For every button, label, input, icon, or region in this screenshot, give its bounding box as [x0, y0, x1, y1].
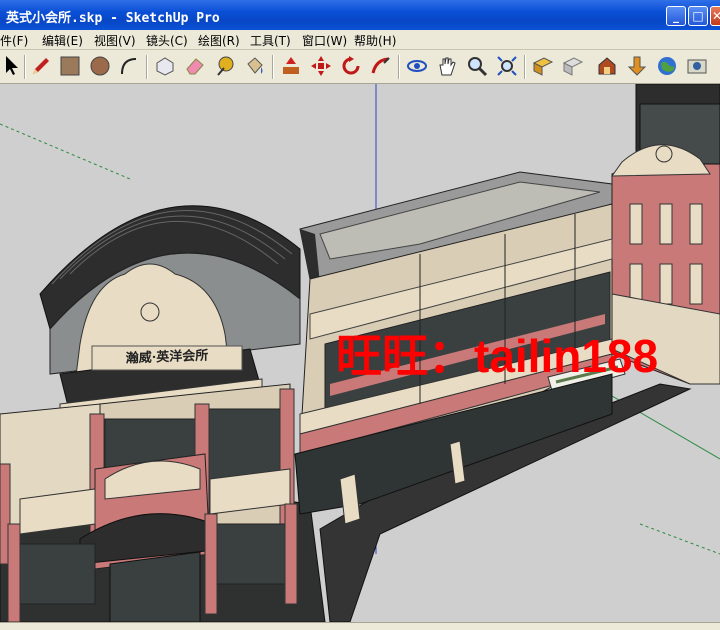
minimize-button[interactable]: _: [666, 6, 686, 26]
menu-file[interactable]: 文件(F): [0, 32, 28, 49]
rectangle-icon[interactable]: [57, 53, 83, 79]
menu-edit[interactable]: 编辑(E): [42, 32, 83, 49]
title-bar: 英式小会所.skp - SketchUp Pro _ □ ✕: [0, 0, 720, 30]
circle-icon[interactable]: [87, 53, 113, 79]
google-earth-icon[interactable]: [654, 53, 680, 79]
watermark-text: 旺旺：tailin188: [336, 330, 659, 382]
green-axis-dashed: [0, 123, 131, 180]
send-to-layout-icon[interactable]: [624, 53, 650, 79]
select-arrow-icon[interactable]: [0, 53, 26, 79]
close-button[interactable]: ✕: [710, 6, 720, 26]
orbit-icon[interactable]: [404, 53, 430, 79]
menu-bar: 文件(F) 编辑(E) 视图(V) 镜头(C) 绘图(R) 工具(T) 窗口(W…: [0, 30, 720, 50]
arc-icon[interactable]: [116, 53, 142, 79]
photo-texture-icon[interactable]: [684, 53, 710, 79]
zoom-extents-icon[interactable]: [494, 53, 520, 79]
get-models-icon[interactable]: [530, 53, 556, 79]
menu-tools[interactable]: 工具(T): [250, 32, 291, 49]
model-viewport[interactable]: 瀚威·英洋会所 旺旺：tailin188: [0, 84, 720, 622]
push-pull-icon[interactable]: [278, 53, 304, 79]
rotate-icon[interactable]: [338, 53, 364, 79]
follow-me-icon[interactable]: [368, 53, 394, 79]
pan-hand-icon[interactable]: [434, 53, 460, 79]
menu-view[interactable]: 视图(V): [94, 32, 136, 49]
move-icon[interactable]: [308, 53, 334, 79]
share-model-icon[interactable]: [560, 53, 586, 79]
paint-bucket-icon[interactable]: [242, 53, 268, 79]
window-title: 英式小会所.skp - SketchUp Pro: [6, 11, 220, 26]
pencil-icon[interactable]: [28, 53, 54, 79]
main-toolbar: [0, 50, 720, 84]
zoom-icon[interactable]: [464, 53, 490, 79]
eraser-icon[interactable]: [182, 53, 208, 79]
make-component-icon[interactable]: [152, 53, 178, 79]
warehouse-icon[interactable]: [594, 53, 620, 79]
maximize-button[interactable]: □: [688, 6, 708, 26]
menu-camera[interactable]: 镜头(C): [146, 32, 188, 49]
tape-measure-icon[interactable]: [212, 53, 238, 79]
menu-draw[interactable]: 绘图(R): [198, 32, 240, 49]
status-bar: [0, 622, 720, 630]
menu-help[interactable]: 帮助(H): [354, 32, 396, 49]
menu-window[interactable]: 窗口(W): [302, 32, 347, 49]
